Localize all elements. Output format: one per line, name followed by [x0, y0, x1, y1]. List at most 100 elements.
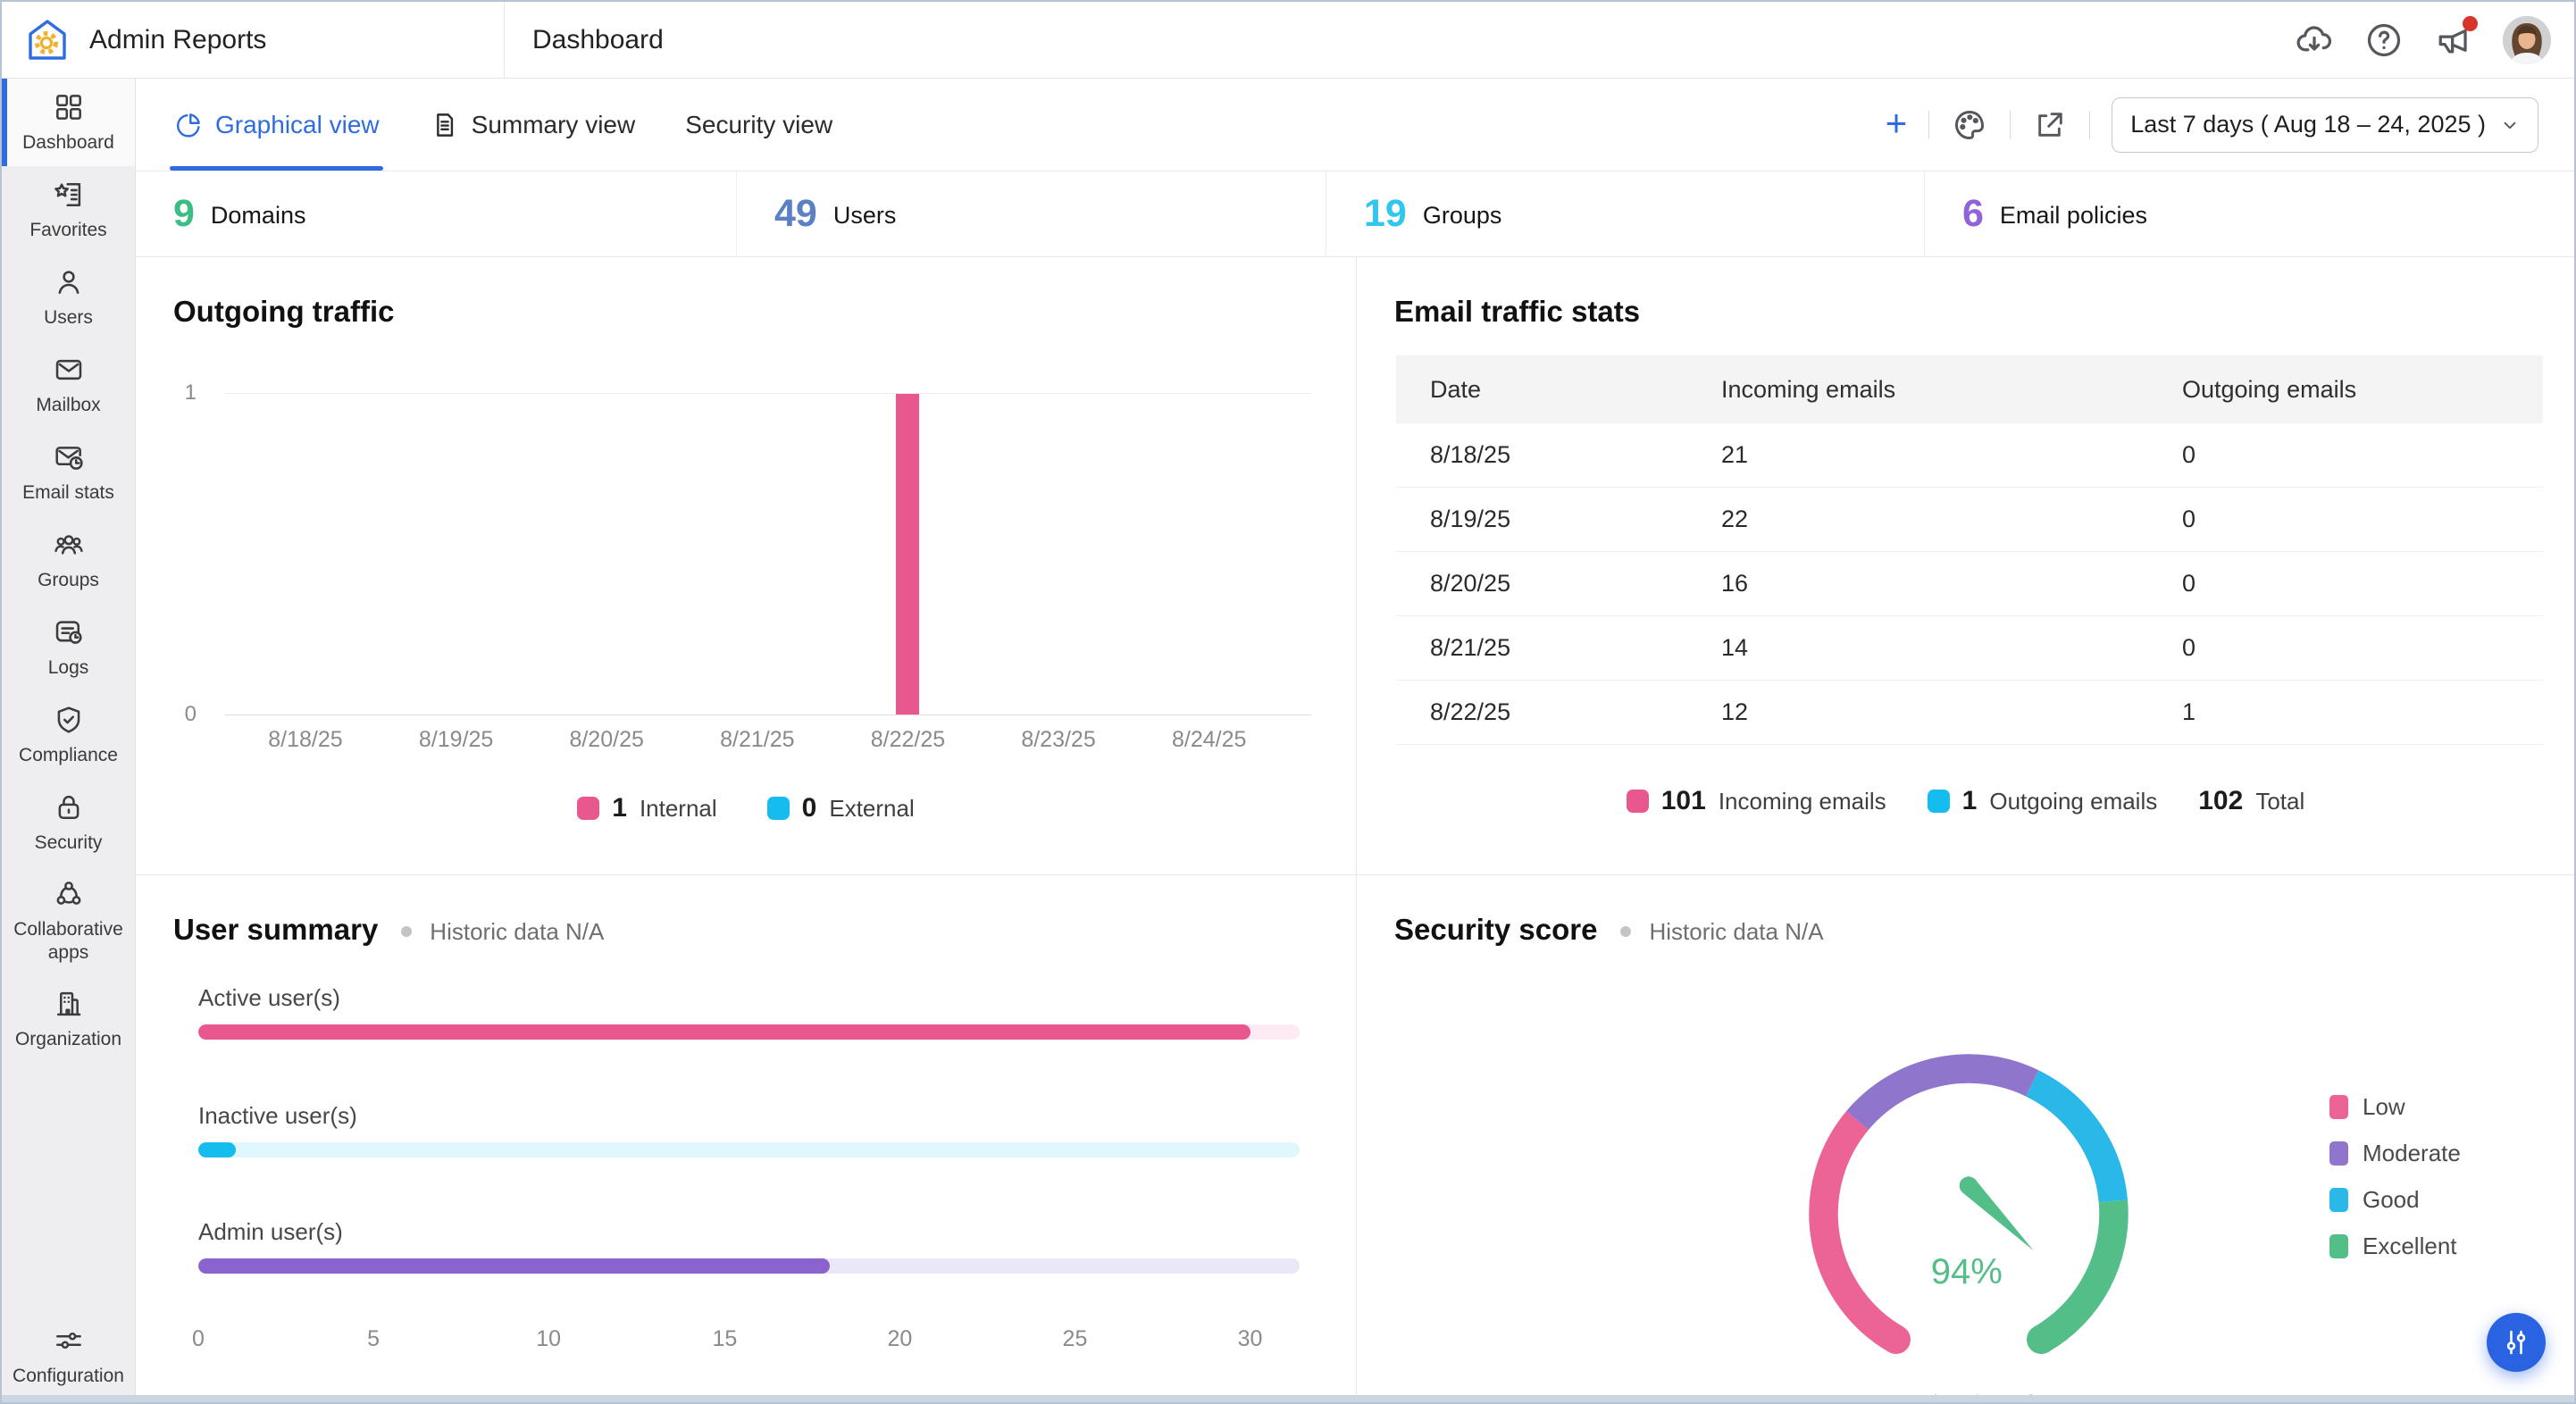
cell-date: 8/18/25	[1396, 441, 1687, 469]
gauge-segment-moderate	[1858, 1069, 2033, 1121]
x-axis-tick: 8/18/25	[268, 727, 342, 753]
theme-palette-button[interactable]	[1951, 106, 1988, 144]
stat-domains[interactable]: 9 Domains	[136, 171, 736, 256]
bar-label: Inactive user(s)	[198, 1102, 1300, 1130]
sidebar-item-label: Email stats	[22, 481, 114, 505]
x-axis-tick: 30	[1238, 1326, 1263, 1352]
gauge-needle	[1960, 1176, 2034, 1250]
sidebar-item-label: Configuration	[13, 1365, 124, 1388]
bar-track	[198, 1258, 1300, 1274]
announcements-button[interactable]	[2433, 20, 2474, 61]
date-range-dropdown[interactable]: Last 7 days ( Aug 18 – 24, 2025 )	[2112, 97, 2538, 153]
sliders-icon	[52, 1324, 86, 1358]
widget-title: Outgoing traffic	[173, 295, 394, 329]
tab-security-view[interactable]: Security view	[685, 79, 832, 171]
stat-email-policies[interactable]: 6 Email policies	[1924, 171, 2574, 256]
widget-title: User summary	[173, 913, 378, 947]
widget-user-summary: User summary Historic data N/A Active us…	[136, 875, 1356, 1404]
sidebar-item-email-stats[interactable]: Email stats	[2, 429, 135, 516]
view-tabbar: Graphical view Summary view Security vie…	[136, 79, 2574, 171]
y-axis-tick: 0	[157, 702, 197, 727]
bar-fill[interactable]	[198, 1258, 830, 1274]
export-share-button[interactable]	[2032, 107, 2068, 143]
legend-swatch	[2329, 1141, 2348, 1166]
sidebar-item-groups[interactable]: Groups	[2, 516, 135, 604]
sidebar-item-users[interactable]: Users	[2, 254, 135, 341]
x-axis-tick: 8/20/25	[569, 727, 643, 753]
legend-item-incoming: 101 Incoming emails	[1627, 786, 1886, 816]
widget-title: Security score	[1394, 913, 1597, 947]
sidebar-item-collaborative-apps[interactable]: Collaborative apps	[2, 866, 135, 975]
tab-graphical-view[interactable]: Graphical view	[173, 79, 380, 171]
person-icon	[52, 265, 86, 299]
cell-incoming: 21	[1687, 441, 2148, 469]
stat-groups[interactable]: 19 Groups	[1326, 171, 1924, 256]
sidebar-item-favorites[interactable]: Favorites	[2, 166, 135, 254]
bar-fill[interactable]	[198, 1024, 1250, 1040]
x-axis-tick: 20	[888, 1326, 913, 1352]
chevron-down-icon	[2500, 115, 2520, 135]
security-score-gauge: 94%	[1794, 1040, 2143, 1388]
cell-incoming: 22	[1687, 506, 2148, 533]
gauge-segment-good	[2032, 1083, 2113, 1201]
stat-label: Users	[833, 202, 897, 230]
sidebar-item-logs[interactable]: Logs	[2, 604, 135, 691]
legend-swatch	[2329, 1188, 2348, 1212]
avatar-image	[2503, 16, 2551, 64]
legend-swatch	[1627, 790, 1649, 813]
column-header-incoming: Incoming emails	[1687, 376, 2148, 404]
tab-label: Security view	[685, 111, 832, 139]
sidebar-item-configuration[interactable]: Configuration	[2, 1313, 135, 1399]
sidebar-item-organization[interactable]: Organization	[2, 975, 135, 1063]
legend-label: Excellent	[2363, 1233, 2457, 1260]
legend-item-external: 0 External	[767, 793, 915, 823]
bar-fill[interactable]	[198, 1142, 236, 1157]
stat-users[interactable]: 49 Users	[736, 171, 1326, 256]
stat-value: 49	[774, 195, 817, 233]
filter-sliders-icon	[2501, 1327, 2531, 1358]
x-axis: 0 5 10 15 20 25 30	[198, 1326, 1300, 1353]
help-button[interactable]	[2363, 20, 2405, 61]
sidebar-item-compliance[interactable]: Compliance	[2, 691, 135, 779]
customize-fab-button[interactable]	[2487, 1313, 2546, 1372]
download-button[interactable]	[2294, 20, 2335, 61]
widget-title: Email traffic stats	[1394, 295, 1640, 329]
header-divider	[504, 2, 505, 78]
tab-summary-view[interactable]: Summary view	[430, 79, 636, 171]
dashboard-widgets: Outgoing traffic 1 0 8/18/25 8/19/25 8/2…	[136, 257, 2574, 1402]
toolbar-divider	[2010, 111, 2011, 139]
legend-value: 102	[2198, 786, 2243, 816]
x-axis-tick: 15	[712, 1326, 737, 1352]
legend-swatch	[1928, 790, 1950, 813]
bar-internal-8-22[interactable]	[896, 394, 919, 715]
toolbar-divider	[2089, 111, 2090, 139]
legend-value: 0	[802, 793, 817, 823]
bar-label: Active user(s)	[198, 984, 1300, 1012]
sidebar-item-dashboard[interactable]: Dashboard	[2, 79, 135, 166]
sidebar-item-security[interactable]: Security	[2, 779, 135, 866]
legend-label: Total	[2255, 788, 2304, 815]
chart-legend: 1 Internal 0 External	[136, 793, 1356, 823]
cell-incoming: 14	[1687, 634, 2148, 662]
share-icon	[2032, 107, 2068, 143]
widget-email-traffic-stats: Email traffic stats Date Incoming emails…	[1357, 257, 2574, 874]
add-widget-button[interactable]: +	[1886, 104, 1908, 142]
gauge-cap-start	[1882, 1325, 1911, 1354]
gauge-value: 94%	[1931, 1252, 2003, 1291]
stats-row: 9 Domains 49 Users 19 Groups 6 Email pol…	[136, 171, 2574, 257]
legend-label: Incoming emails	[1719, 788, 1886, 815]
user-avatar[interactable]	[2503, 16, 2551, 64]
sidebar-item-mailbox[interactable]: Mailbox	[2, 341, 135, 429]
legend-swatch	[577, 797, 599, 820]
bar-group-admin-users: Admin user(s)	[198, 1218, 1300, 1274]
bar-group-inactive-users: Inactive user(s)	[198, 1102, 1300, 1157]
people-icon	[52, 528, 86, 562]
cell-outgoing: 0	[2148, 506, 2543, 533]
gauge-segment-excellent	[2041, 1201, 2113, 1340]
status-dot	[401, 926, 412, 937]
widget-outgoing-traffic: Outgoing traffic 1 0 8/18/25 8/19/25 8/2…	[136, 257, 1356, 874]
sidebar-item-label: Compliance	[19, 744, 118, 767]
shield-check-icon	[52, 703, 86, 737]
window-bottom-edge	[2, 1395, 2574, 1402]
document-icon	[430, 110, 460, 140]
